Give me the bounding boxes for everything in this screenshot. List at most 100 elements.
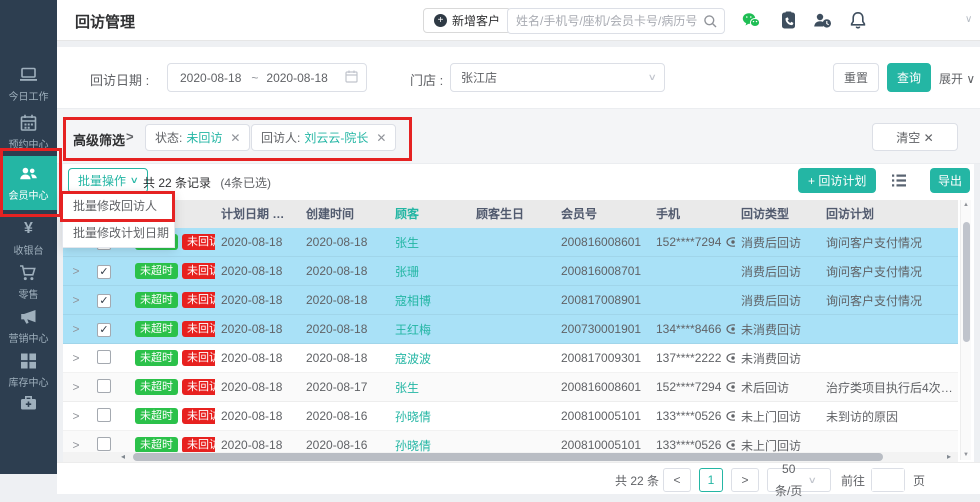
row-status-cell: 未超时未回访 <box>117 408 215 424</box>
row-customer-link[interactable]: 王红梅 <box>385 321 470 338</box>
close-icon[interactable]: ✕ <box>230 131 240 145</box>
close-icon[interactable]: ✕ <box>376 131 386 145</box>
batch-operation-button[interactable]: 批量操作 ∨ <box>68 168 148 193</box>
call-task-icon[interactable] <box>779 11 799 30</box>
row-plan-date: 2020-08-18 <box>215 351 300 365</box>
row-customer-link[interactable]: 张珊 <box>385 263 470 280</box>
sidebar-item-medkit-icon[interactable] <box>0 392 57 413</box>
row-expand-icon[interactable]: > <box>63 409 89 423</box>
plus-icon: + <box>434 14 447 27</box>
horizontal-scroll-thumb[interactable] <box>133 453 883 461</box>
row-checkbox[interactable] <box>97 350 111 364</box>
row-expand-icon[interactable]: > <box>63 351 89 365</box>
notification-bell-icon[interactable] <box>849 11 869 30</box>
row-checkbox[interactable] <box>97 437 111 451</box>
visit-plan-button[interactable]: + 回访计划 <box>798 168 876 193</box>
sidebar-item-预约中心[interactable]: 预约中心 <box>0 112 57 151</box>
row-checkbox[interactable] <box>97 379 111 393</box>
row-customer-link[interactable]: 孙晓倩 <box>385 408 470 425</box>
chevron-right-icon: > <box>126 129 134 144</box>
global-search <box>507 8 725 34</box>
date-end-value[interactable]: 2020-08-18 <box>262 71 333 85</box>
row-member-no: 200816008601 <box>555 380 650 394</box>
row-customer-link[interactable]: 寇波波 <box>385 350 470 367</box>
eye-icon[interactable] <box>726 353 735 363</box>
eye-icon[interactable] <box>726 382 735 392</box>
query-button[interactable]: 查询 <box>887 63 931 92</box>
horizontal-scrollbar[interactable]: ◂ ▸ <box>63 452 958 462</box>
clear-filters-button[interactable]: 清空 ✕ <box>872 123 958 151</box>
vertical-scroll-thumb[interactable] <box>963 222 970 342</box>
sidebar-item-营销中心[interactable]: 营销中心 <box>0 306 57 345</box>
column-settings-icon[interactable] <box>890 172 908 194</box>
row-plan-date: 2020-08-18 <box>215 235 300 249</box>
scroll-down-icon[interactable]: ▼ <box>963 452 969 458</box>
row-create-date: 2020-08-16 <box>300 438 385 452</box>
scroll-up-icon[interactable]: ▲ <box>963 202 969 208</box>
sidebar-item-今日工作[interactable]: 今日工作 <box>0 64 57 103</box>
row-expand-icon[interactable]: > <box>63 293 89 307</box>
row-expand-icon[interactable]: > <box>63 438 89 452</box>
filter-tag-status: 状态: 未回访 ✕ <box>145 124 250 151</box>
row-expand-icon[interactable]: > <box>63 322 89 336</box>
page-title: 回访管理 <box>75 11 135 32</box>
row-checkbox[interactable]: ✓ <box>97 323 111 337</box>
advanced-filter-label[interactable]: 高级筛选 <box>73 130 125 149</box>
wechat-icon[interactable] <box>741 11 761 30</box>
next-page-button[interactable]: > <box>731 468 759 492</box>
eye-icon[interactable] <box>726 440 735 450</box>
row-checkbox[interactable]: ✓ <box>97 294 111 308</box>
row-expand-icon[interactable]: > <box>63 380 89 394</box>
search-input[interactable] <box>516 9 700 33</box>
status-badge-not-visited: 未回访 <box>182 321 215 337</box>
user-menu-chevron-icon[interactable]: ∨ <box>965 14 972 25</box>
row-expand-icon[interactable]: > <box>63 264 89 278</box>
row-checkbox[interactable]: ✓ <box>97 265 111 279</box>
row-customer-link[interactable]: 孙晓倩 <box>385 437 470 454</box>
eye-icon[interactable] <box>726 237 735 247</box>
tag-label: 状态: <box>155 129 182 146</box>
expand-link[interactable]: 展开 ∨ <box>939 70 975 87</box>
sidebar-item-零售[interactable]: 零售 <box>0 262 57 301</box>
row-customer-link[interactable]: 寇相博 <box>385 292 470 309</box>
goto-unit-label: 页 <box>913 472 925 496</box>
status-badge-not-overdue: 未超时 <box>135 321 178 337</box>
eye-icon[interactable] <box>726 324 735 334</box>
chevron-down-icon: ∨ <box>648 72 657 83</box>
date-start-value[interactable]: 2020-08-18 <box>168 71 247 85</box>
page-size-select[interactable]: 50 条/页 ∨ <box>767 468 831 492</box>
scroll-left-icon[interactable]: ◂ <box>121 452 125 462</box>
export-button[interactable]: 导出 <box>930 168 970 193</box>
row-customer-link[interactable]: 张生 <box>385 379 470 396</box>
prev-page-button[interactable]: < <box>663 468 691 492</box>
cart-icon <box>0 264 57 283</box>
search-icon[interactable] <box>703 14 718 34</box>
row-visit-plan: 询问客户支付情况 <box>820 263 958 280</box>
scroll-right-icon[interactable]: ▸ <box>947 452 951 462</box>
column-header-3: 计划日期 … <box>215 200 300 228</box>
sidebar-item-库存中心[interactable]: 库存中心 <box>0 350 57 389</box>
status-badge-not-overdue: 未超时 <box>135 408 178 424</box>
row-checkbox[interactable] <box>97 408 111 422</box>
row-phone: 134****8466 <box>650 322 735 336</box>
sidebar-item-label: 会员中心 <box>0 187 57 202</box>
sidebar-item-会员中心[interactable]: 会员中心 <box>0 156 57 210</box>
add-customer-button[interactable]: + 新增客户 <box>423 8 511 33</box>
eye-icon[interactable] <box>726 411 735 421</box>
row-customer-link[interactable]: 张生 <box>385 234 470 251</box>
reset-button[interactable]: 重置 <box>833 63 879 92</box>
row-checkbox-cell: ✓ <box>89 264 117 279</box>
row-status-cell: 未超时未回访 <box>117 350 215 366</box>
table-row: >未超时未回访2020-08-182020-08-18寇波波2008170093… <box>63 344 958 373</box>
date-range-picker[interactable]: 2020-08-18 ~ 2020-08-18 <box>167 63 367 92</box>
store-select[interactable]: 张江店 ∨ <box>450 63 665 92</box>
row-status-cell: 未超时未回访 <box>117 379 215 395</box>
vertical-scrollbar[interactable]: ▲ ▼ <box>960 200 971 460</box>
current-page-button[interactable]: 1 <box>699 468 723 492</box>
menu-item-edit-plan-date[interactable]: 批量修改计划日期 <box>63 220 174 247</box>
goto-page-input[interactable] <box>872 469 904 491</box>
status-badge-not-overdue: 未超时 <box>135 263 178 279</box>
customer-group-icon[interactable] <box>813 11 833 30</box>
menu-item-edit-visitor[interactable]: 批量修改回访人 <box>63 193 174 220</box>
sidebar-item-收银台[interactable]: ¥收银台 <box>0 218 57 257</box>
